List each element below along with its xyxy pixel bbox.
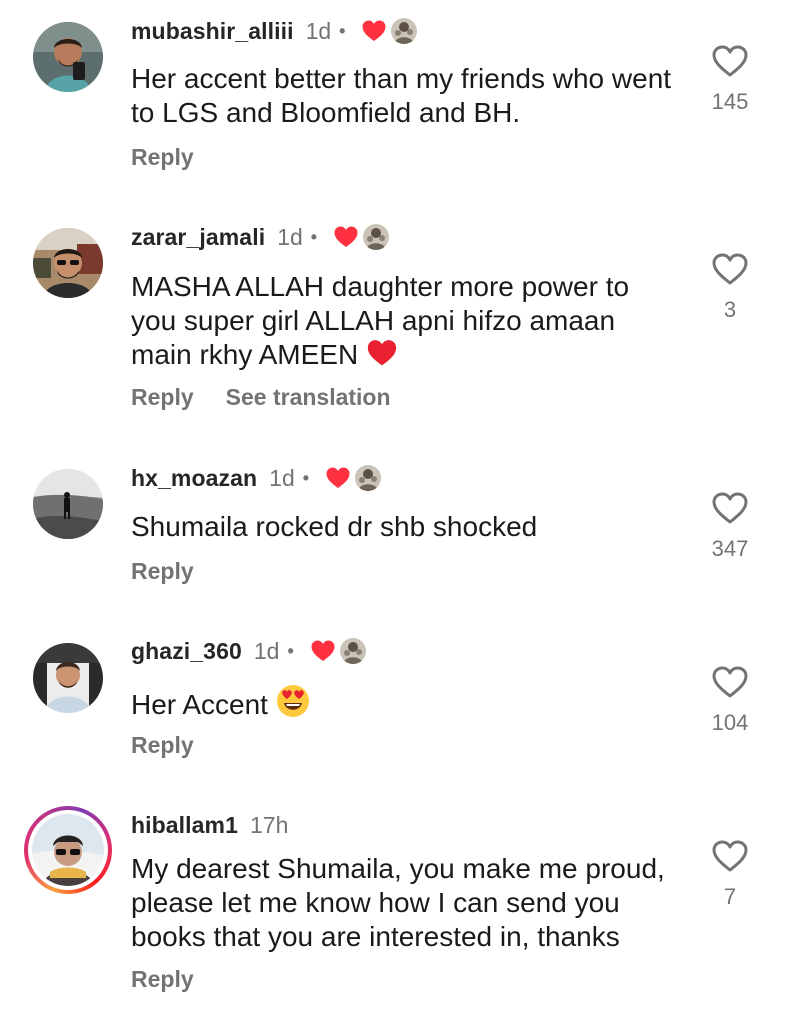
heart-outline-icon[interactable] (712, 666, 748, 698)
username[interactable]: hiballam1 (131, 812, 238, 839)
reply-button[interactable]: Reply (131, 966, 194, 993)
like-control[interactable]: 347 (700, 492, 760, 562)
comment-text: Her accent better than my friends who we… (131, 63, 672, 128)
story-ring[interactable] (24, 806, 112, 894)
comment-actions: Reply (131, 732, 194, 759)
timestamp: 1d (269, 464, 295, 491)
like-count: 104 (711, 710, 749, 735)
avatar[interactable] (33, 469, 103, 539)
avatar[interactable] (33, 22, 103, 92)
heart-outline-icon[interactable] (712, 840, 748, 872)
comment-text: Shumaila rocked dr shb shocked (131, 511, 538, 542)
creator-liked-heart-icon (310, 639, 336, 663)
comment-meta: zarar_jamali 1d • (131, 222, 389, 252)
comment-meta: hx_moazan 1d • (131, 463, 381, 493)
avatar[interactable] (32, 814, 104, 886)
creator-avatar (391, 18, 417, 44)
creator-avatar (363, 224, 389, 250)
creator-avatar (355, 465, 381, 491)
see-translation-button[interactable]: See translation (226, 384, 391, 411)
username[interactable]: ghazi_360 (131, 638, 242, 665)
timestamp: 1d (253, 637, 280, 664)
red-heart-emoji-icon (367, 340, 397, 366)
separator-dot: • (339, 20, 346, 41)
separator-dot: • (287, 640, 294, 661)
timestamp: 1d (277, 223, 303, 250)
creator-liked-heart-icon (333, 225, 359, 249)
comment-text-body: Her Accent (131, 689, 268, 720)
comment-meta: mubashir_alliii 1d • (131, 16, 417, 46)
reply-button[interactable]: Reply (131, 558, 194, 585)
avatar[interactable] (33, 228, 103, 298)
heart-outline-icon[interactable] (712, 253, 748, 285)
like-control[interactable]: 104 (700, 666, 760, 736)
like-count: 145 (711, 89, 749, 114)
like-count: 347 (711, 536, 749, 561)
comment-text: MASHA ALLAH daughter more power to you s… (131, 270, 661, 372)
comment-meta: ghazi_360 1d • (131, 636, 366, 666)
heart-outline-icon[interactable] (712, 45, 748, 77)
creator-avatar (340, 638, 366, 664)
separator-dot: • (310, 226, 318, 247)
comment-text: My dearest Shumaila, you make me proud, … (131, 853, 665, 952)
timestamp: 1d (305, 17, 332, 44)
reply-button[interactable]: Reply (131, 144, 194, 171)
like-control[interactable]: 7 (700, 840, 760, 910)
separator-dot: • (302, 467, 310, 488)
reply-button[interactable]: Reply (131, 732, 194, 759)
comment-actions: Reply (131, 966, 194, 993)
reply-button[interactable]: Reply (131, 384, 194, 411)
comment-meta: hiballam1 17h (131, 810, 288, 840)
username[interactable]: mubashir_alliii (131, 18, 294, 45)
like-count: 7 (723, 884, 737, 909)
like-control[interactable]: 3 (700, 253, 760, 323)
username[interactable]: zarar_jamali (131, 224, 265, 251)
like-count: 3 (723, 297, 737, 322)
username[interactable]: hx_moazan (131, 465, 257, 492)
avatar[interactable] (33, 643, 103, 713)
comment-actions: Reply (131, 144, 194, 171)
creator-liked-heart-icon (325, 466, 351, 490)
timestamp: 17h (250, 811, 289, 838)
creator-liked-heart-icon (361, 19, 387, 43)
comment-text: Her Accent (131, 684, 691, 722)
comment-actions: Reply (131, 558, 194, 585)
heart-outline-icon[interactable] (712, 492, 748, 524)
heart-eyes-emoji-icon (276, 685, 309, 717)
comment-actions: Reply See translation (131, 384, 391, 411)
like-control[interactable]: 145 (700, 45, 760, 115)
